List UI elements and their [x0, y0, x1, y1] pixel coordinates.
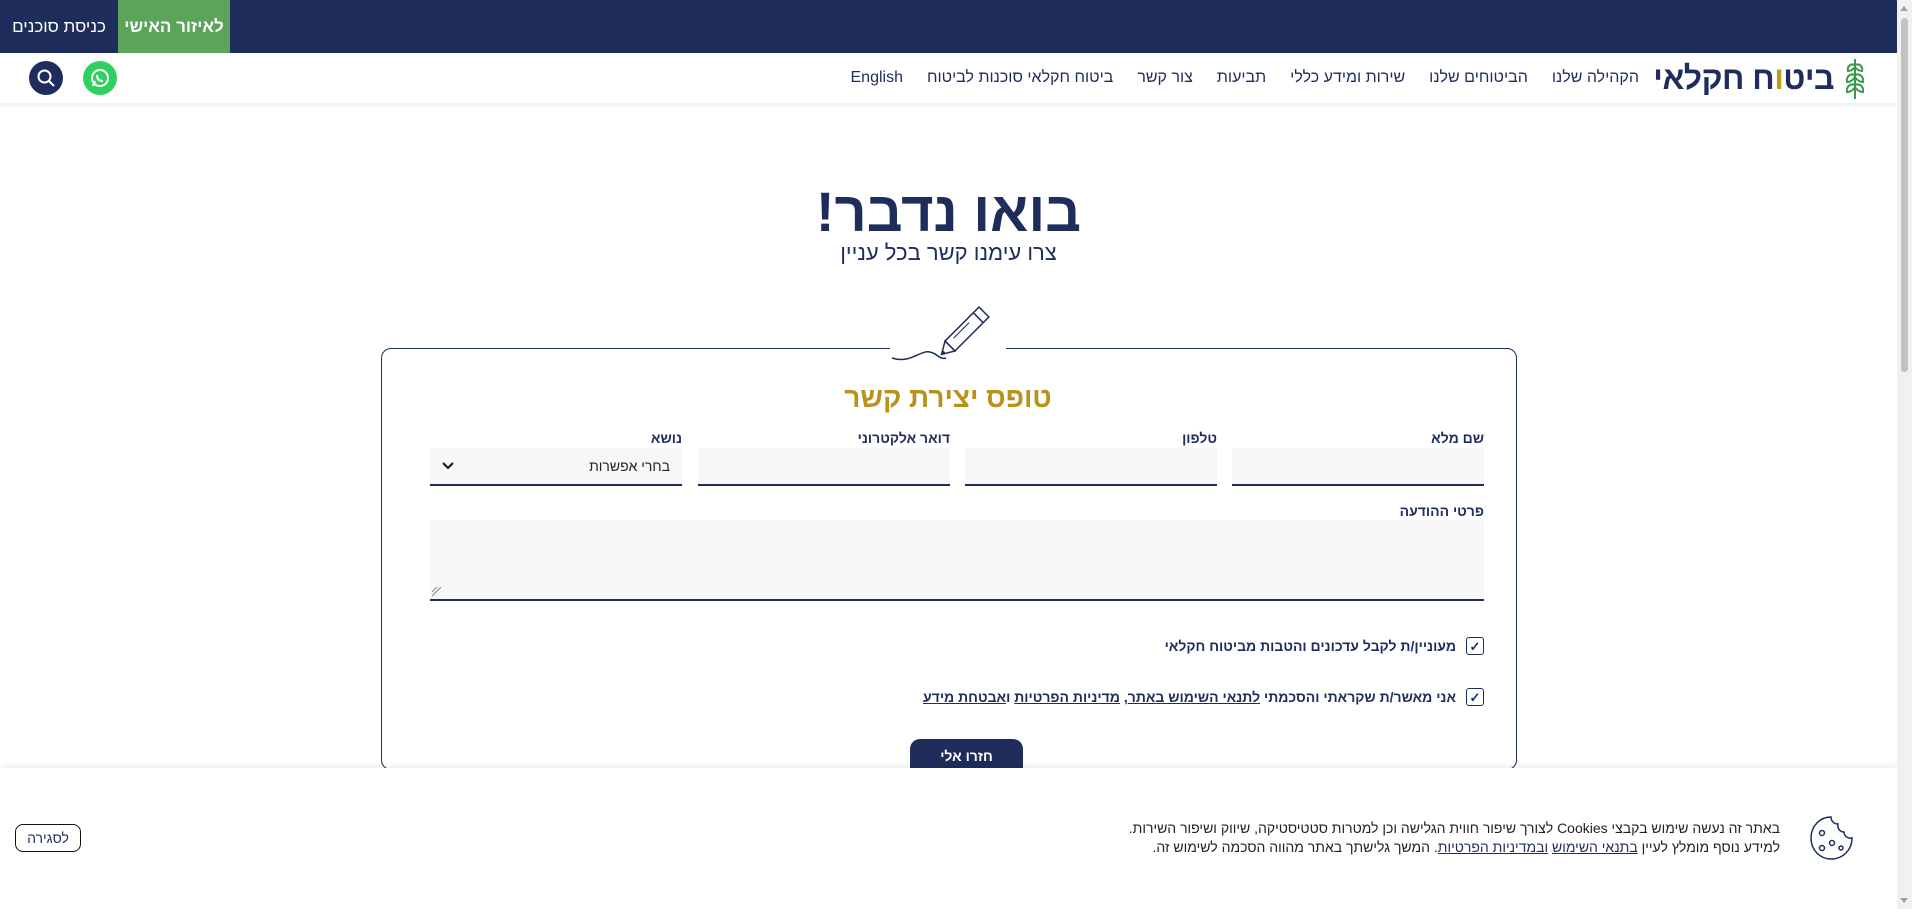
terms-row: ✓ אני מאשר/ת שקראתי והסכמתי לתנאי השימוש… [923, 688, 1484, 706]
full-name-input[interactable] [1232, 448, 1484, 486]
nav-item-contact[interactable]: צור קשר [1125, 69, 1205, 87]
cookie-text-line2: למידע נוסף מומלץ לעיין בתנאי השימוש ובמד… [1152, 839, 1781, 855]
search-button[interactable] [29, 61, 63, 95]
page-scrollbar[interactable] [1897, 0, 1912, 909]
topic-label: נושא [650, 430, 682, 446]
message-label: פרטי ההודעה [1399, 503, 1484, 519]
scroll-thumb[interactable] [1901, 18, 1908, 372]
email-input[interactable] [698, 448, 950, 486]
cookie-icon [1810, 816, 1853, 860]
full-name-label: שם מלא [1431, 430, 1484, 446]
search-icon [37, 69, 55, 87]
nav-item-community[interactable]: הקהילה שלנו [1540, 69, 1651, 87]
topic-select-value: בחרי אפשרות [589, 458, 670, 474]
scroll-up-icon[interactable] [1900, 6, 1908, 11]
email-label: דואר אלקטרוני [857, 430, 950, 446]
form-title: טופס יצירת קשר [844, 382, 1052, 413]
nav-item-service-info[interactable]: שירות ומידע כללי [1278, 69, 1417, 87]
cookie-privacy-link[interactable]: ובמדיניות הפרטיות [1438, 839, 1548, 855]
top-bar: כניסת סוכנים לאיזור האישי [0, 0, 1897, 53]
nav-item-insurances[interactable]: הביטוחים שלנו [1417, 69, 1540, 87]
message-textarea[interactable] [430, 520, 1484, 601]
phone-input[interactable] [965, 448, 1217, 486]
whatsapp-icon [91, 69, 109, 87]
page-title: בואו נדבר! [815, 180, 1082, 243]
wheat-logo-icon [1845, 59, 1865, 99]
site-logo[interactable]: ביטוח חקלאי [1653, 53, 1870, 103]
newsletter-row: ✓ מעוניין/ת לקבל עדכונים והטבות מביטוח ח… [1165, 637, 1484, 655]
newsletter-checkbox[interactable]: ✓ [1466, 637, 1484, 655]
cookie-text-line1: באתר זה נעשה שימוש בקבצי Cookies לצורך ש… [1128, 820, 1780, 836]
nav-item-agency[interactable]: ביטוח חקלאי סוכנות לביטוח [915, 69, 1125, 87]
privacy-policy-link[interactable]: מדיניות הפרטיות [1014, 689, 1120, 705]
terms-of-use-link[interactable]: לתנאי השימוש באתר [1128, 689, 1260, 705]
whatsapp-button[interactable] [83, 61, 117, 95]
chevron-down-icon [442, 462, 454, 470]
cookie-text: באתר זה נעשה שימוש בקבצי Cookies לצורך ש… [880, 819, 1780, 857]
personal-area-button[interactable]: לאיזור האישי [118, 0, 230, 53]
phone-label: טלפון [1182, 430, 1217, 446]
newsletter-label: מעוניין/ת לקבל עדכונים והטבות מביטוח חקל… [1164, 638, 1456, 654]
information-security-link[interactable]: אבטחת מידע [923, 689, 1006, 705]
pencil-signature-icon [890, 294, 1006, 366]
nav-item-claims[interactable]: תביעות [1205, 69, 1278, 87]
logo-text: ביטוח חקלאי [1653, 59, 1834, 96]
main-nav: הקהילה שלנו הביטוחים שלנו שירות ומידע כל… [839, 53, 1652, 103]
resize-handle-icon[interactable] [432, 587, 442, 597]
agents-login-button[interactable]: כניסת סוכנים [0, 0, 118, 53]
cookie-close-button[interactable]: לסגירה [15, 824, 81, 852]
page-subtitle: צרו עימנו קשר בכל עניין [840, 240, 1057, 265]
terms-checkbox[interactable]: ✓ [1466, 688, 1484, 706]
nav-item-english[interactable]: English [839, 69, 915, 87]
cookie-terms-link[interactable]: בתנאי השימוש [1552, 839, 1638, 855]
main-header: ביטוח חקלאי הקהילה שלנו הביטוחים שלנו שי… [0, 53, 1897, 103]
terms-label: אני מאשר/ת שקראתי והסכמתי לתנאי השימוש ב… [923, 689, 1456, 705]
scroll-down-icon[interactable] [1900, 898, 1908, 903]
topic-select[interactable]: בחרי אפשרות [430, 448, 682, 486]
